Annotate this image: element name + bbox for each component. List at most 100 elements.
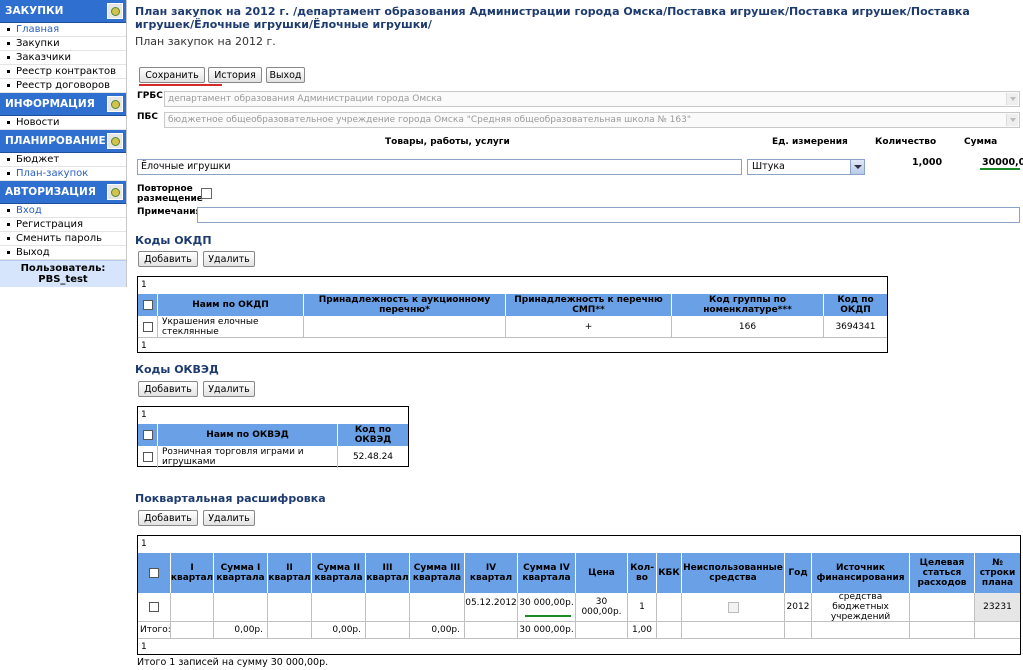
col-q3-sum[interactable]: Сумма III квартала [410, 553, 465, 593]
okdp-grid: 1 Наим по ОКДП Принадлежность к аукционн… [137, 276, 888, 353]
col-year[interactable]: Год [785, 553, 812, 593]
sidebar-item-main[interactable]: Главная [0, 23, 126, 37]
sidebar-item-label: Главная [16, 24, 60, 35]
quarterly-delete-button[interactable]: Удалить [203, 510, 255, 526]
quarterly-pager-top[interactable]: 1 [138, 536, 1020, 553]
table-row[interactable]: Украшения елочные стеклянные + 166 36943… [138, 316, 887, 338]
save-button[interactable]: Сохранить [139, 67, 205, 83]
sidebar-item-news[interactable]: Новости [0, 116, 126, 130]
col-source[interactable]: Источник финансирования [812, 553, 910, 593]
pbs-select[interactable]: бюджетное общеобразовательное учреждение… [164, 112, 1020, 128]
col-q2[interactable]: II квартал [268, 553, 312, 593]
sidebar-item-logout[interactable]: Выход [0, 246, 126, 260]
sidebar-item-label: Закупки [16, 38, 60, 49]
chevron-down-icon [850, 160, 864, 174]
okved-col-name[interactable]: Наим по ОКВЭД [158, 424, 338, 446]
okdp-pager-bottom[interactable]: 1 [138, 339, 887, 353]
quarterly-grid: 1 I квартал Сумма I квартала II квартал … [137, 535, 1021, 655]
table-row[interactable]: Розничная торговля играми и игрушками 52… [138, 446, 408, 468]
sidebar-item-register[interactable]: Регистрация [0, 218, 126, 232]
save-underline [139, 84, 222, 86]
user-info: Пользователь: PBS_test [0, 260, 126, 287]
sidebar-section-info[interactable]: ИНФОРМАЦИЯ [0, 93, 126, 116]
row-checkbox[interactable] [138, 593, 171, 621]
okdp-delete-button[interactable]: Удалить [203, 251, 255, 267]
quarterly-select-all[interactable] [138, 553, 171, 593]
row-checkbox[interactable] [138, 316, 158, 337]
sidebar-item-contracts-registry[interactable]: Реестр контрактов [0, 65, 126, 79]
quarterly-add-button[interactable]: Добавить [138, 510, 198, 526]
okdp-cell-name: Украшения елочные стеклянные [158, 316, 304, 337]
cell-unused [682, 593, 785, 621]
col-target[interactable]: Целевая статься расходов [910, 553, 975, 593]
col-unused[interactable]: Неиспользованные средства [682, 553, 785, 593]
bullet-icon [7, 157, 10, 161]
sidebar-item-purchases[interactable]: Закупки [0, 37, 126, 51]
okdp-select-all[interactable] [138, 294, 158, 316]
col-q2-sum[interactable]: Сумма II квартала [312, 553, 366, 593]
col-q1-sum[interactable]: Сумма I квартала [214, 553, 268, 593]
pbs-value: бюджетное общеобразовательное учреждение… [168, 115, 691, 125]
sidebar-section-auth[interactable]: АВТОРИЗАЦИЯ [0, 181, 126, 204]
cell-q2 [268, 593, 312, 621]
okdp-col-code[interactable]: Код по ОКДП [824, 294, 887, 316]
bullet-icon [7, 236, 10, 240]
quarterly-pager-bottom[interactable]: 1 [138, 640, 1020, 654]
okved-section-title: Коды ОКВЭД [135, 363, 219, 376]
sidebar-section-planning[interactable]: ПЛАНИРОВАНИЕ [0, 130, 126, 153]
col-q4-sum[interactable]: Сумма IV квартала [518, 553, 576, 593]
sidebar-item-purchase-plan[interactable]: План-закупок [0, 167, 126, 181]
okdp-col-name[interactable]: Наим по ОКДП [158, 294, 304, 316]
okdp-col-auction[interactable]: Принадлежность к аукционному перечню* [304, 294, 506, 316]
col-kbk[interactable]: КБК [657, 553, 682, 593]
sidebar-item-agreements-registry[interactable]: Реестр договоров [0, 79, 126, 93]
cell-year: 2012 [785, 593, 812, 621]
okved-add-button[interactable]: Добавить [138, 381, 198, 397]
total-source [812, 622, 910, 638]
repeat-label: Повторное размещение [137, 184, 203, 204]
okved-header-row: Наим по ОКВЭД Код по ОКВЭД [138, 424, 408, 446]
okdp-add-button[interactable]: Добавить [138, 251, 198, 267]
chevron-down-icon [1006, 93, 1018, 105]
sidebar-section-zakupki[interactable]: ЗАКУПКИ [0, 0, 126, 23]
history-button[interactable]: История [208, 67, 262, 83]
exit-button[interactable]: Выход [266, 67, 305, 83]
okved-select-all[interactable] [138, 424, 158, 446]
okdp-pager-top[interactable]: 1 [138, 277, 887, 294]
col-q1[interactable]: I квартал [171, 553, 214, 593]
col-qty[interactable]: Кол-во [628, 553, 657, 593]
row-checkbox[interactable] [138, 446, 158, 468]
total-q2-sum: 0,00р. [312, 622, 366, 638]
okved-pager-top[interactable]: 1 [138, 407, 408, 424]
unused-checkbox[interactable] [727, 601, 739, 613]
cell-q3-sum [410, 593, 465, 621]
goods-input[interactable]: Ёлочные игрушки [137, 159, 742, 175]
col-price[interactable]: Цена [576, 553, 628, 593]
sidebar-item-change-password[interactable]: Сменить пароль [0, 232, 126, 246]
sidebar-item-customers[interactable]: Заказчики [0, 51, 126, 65]
bullet-icon [7, 41, 10, 45]
bullet-icon [7, 208, 10, 212]
sidebar-item-budget[interactable]: Бюджет [0, 153, 126, 167]
okved-col-code[interactable]: Код по ОКВЭД [338, 424, 408, 446]
repeat-checkbox[interactable] [201, 188, 212, 199]
okdp-section-title: Коды ОКДП [135, 234, 212, 247]
unit-select[interactable]: Штука [747, 159, 865, 175]
col-q4[interactable]: IV квартал [465, 553, 518, 593]
total-kbk [657, 622, 682, 638]
sidebar-item-login[interactable]: Вход [0, 204, 126, 218]
footer-summary: Итого 1 записей на сумму 30 000,00р. [137, 657, 329, 668]
okdp-col-group[interactable]: Код группы по номенклатуре*** [672, 294, 824, 316]
total-q4-sum: 30 000,00р. [518, 622, 576, 638]
checkbox-icon [142, 321, 153, 332]
okdp-col-smp[interactable]: Принадлежность к перечню СМП** [506, 294, 672, 316]
notes-input[interactable] [197, 207, 1020, 223]
col-q3[interactable]: III квартал [366, 553, 410, 593]
okved-delete-button[interactable]: Удалить [203, 381, 255, 397]
grbs-select[interactable]: департамент образования Администрации го… [164, 91, 1020, 107]
okved-cell-name: Розничная торговля играми и игрушками [158, 446, 338, 468]
total-target [910, 622, 975, 638]
okdp-header-row: Наим по ОКДП Принадлежность к аукционном… [138, 294, 887, 316]
table-row[interactable]: 05.12.2012 30 000,00р. 30 000,00р. 1 201… [138, 593, 1020, 622]
col-plan-line[interactable]: № строки плана [975, 553, 1020, 593]
